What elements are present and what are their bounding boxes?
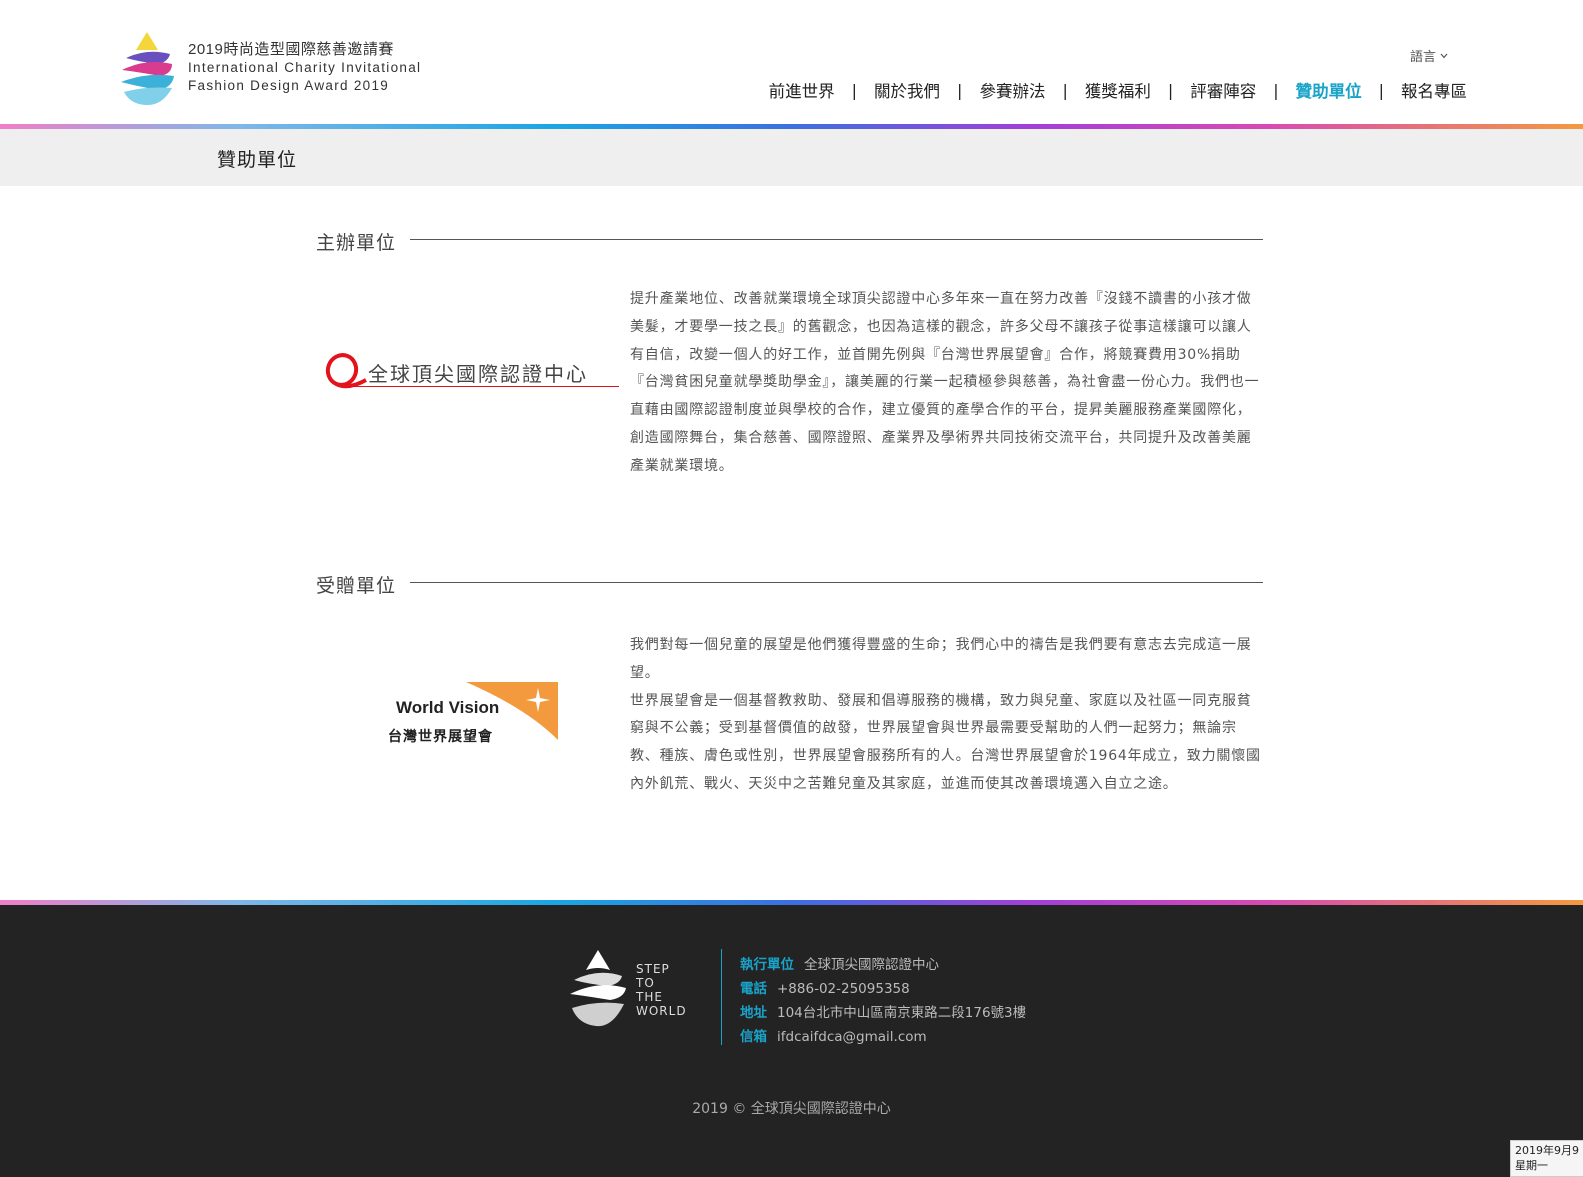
organizer-paragraph: 提升產業地位、改善就業環境全球頂尖認證中心多年來一直在努力改善『沒錢不讀書的小孩…	[630, 291, 1260, 474]
taskbar-clock[interactable]: 2019年9月9 星期一	[1510, 1140, 1583, 1177]
clock-weekday: 星期一	[1515, 1159, 1548, 1172]
main-nav: 前進世界 | 關於我們 | 參賽辦法 | 獲獎福利 | 評審陣容 | 贊助單位 …	[769, 78, 1467, 102]
nav-separator: |	[851, 80, 858, 100]
world-vision-logo: World Vision 台灣世界展望會	[388, 682, 558, 752]
footer-drop-logo-icon	[570, 950, 626, 1027]
footer-label: 地址	[740, 1005, 767, 1021]
nav-item-about[interactable]: 關於我們	[874, 78, 940, 102]
logo-title-en-2: Fashion Design Award 2019	[188, 78, 390, 93]
nav-separator: |	[1167, 80, 1174, 100]
nav-separator: |	[1273, 80, 1279, 100]
page-title: 贊助單位	[217, 149, 298, 171]
nav-separator: |	[1062, 80, 1068, 100]
footer-label: 執行單位	[740, 957, 794, 973]
beneficiary-paragraph-1: 我們對每一個兒童的展望是他們獲得豐盛的生命；我們心中的禱告是我們要有意志去完成這…	[630, 637, 1252, 681]
nav-item-judges[interactable]: 評審陣容	[1190, 78, 1256, 102]
section-title-beneficiary: 受贈單位	[316, 575, 397, 597]
logo-title-zh: 2019時尚造型國際慈善邀請賽	[188, 41, 394, 58]
nav-item-register[interactable]: 報名專區	[1401, 78, 1467, 102]
nav-item-awards[interactable]: 獲獎福利	[1085, 78, 1151, 102]
footer-label: 電話	[740, 981, 767, 997]
logo-title-en-1: International Charity Invitational	[188, 60, 422, 75]
section-title-organizer: 主辦單位	[316, 232, 397, 254]
language-label: 語言	[1410, 50, 1437, 65]
beneficiary-description: 我們對每一個兒童的展望是他們獲得豐盛的生命；我們心中的禱告是我們要有意志去完成這…	[630, 632, 1263, 799]
footer-row-email: 信箱 ifdcaifdca@gmail.com	[740, 1025, 1026, 1049]
footer-contact-info: 執行單位 全球頂尖國際認證中心 電話 +886-02-25095358 地址 1…	[740, 953, 1026, 1049]
site-header: 2019時尚造型國際慈善邀請賽 International Charity In…	[0, 0, 1583, 126]
drop-logo-icon	[121, 32, 174, 106]
footer-email-link[interactable]: ifdcaifdca@gmail.com	[777, 1025, 927, 1049]
page-title-band: 贊助單位	[0, 129, 1583, 186]
footer-logo-word: STEP	[636, 962, 670, 976]
organizer-logo: 全球頂尖國際認證中心	[322, 350, 622, 396]
nav-separator: |	[1378, 80, 1384, 100]
language-selector[interactable]: 語言	[1410, 46, 1448, 65]
footer-logo-word: THE	[636, 990, 663, 1004]
site-footer: STEP TO THE WORLD 執行單位 全球頂尖國際認證中心 電話 +88…	[0, 905, 1583, 1177]
nav-item-world[interactable]: 前進世界	[769, 78, 835, 102]
nav-item-sponsors[interactable]: 贊助單位	[1296, 78, 1362, 102]
world-vision-logo-text-en: World Vision	[396, 698, 500, 717]
chevron-down-icon	[1440, 53, 1448, 58]
footer-logo: STEP TO THE WORLD	[568, 950, 698, 1030]
clock-date: 2019年9月9	[1515, 1144, 1579, 1157]
site-logo[interactable]: 2019時尚造型國際慈善邀請賽 International Charity In…	[118, 32, 422, 108]
footer-row-address: 地址 104台北市中山區南京東路二段176號3樓	[740, 1001, 1026, 1025]
footer-row-organizer: 執行單位 全球頂尖國際認證中心	[740, 953, 1026, 977]
footer-logo-word: WORLD	[636, 1004, 687, 1018]
footer-value: 104台北市中山區南京東路二段176號3樓	[777, 1005, 1027, 1021]
section-divider	[410, 582, 1263, 583]
footer-logo-word: TO	[636, 976, 655, 990]
organizer-description: 提升產業地位、改善就業環境全球頂尖認證中心多年來一直在努力改善『沒錢不讀書的小孩…	[630, 286, 1263, 481]
nav-separator: |	[957, 80, 963, 100]
section-divider	[410, 239, 1263, 240]
organizer-logo-text: 全球頂尖國際認證中心	[368, 362, 588, 386]
footer-divider	[721, 949, 722, 1045]
nav-item-rules[interactable]: 參賽辦法	[979, 78, 1045, 102]
footer-row-phone: 電話 +886-02-25095358	[740, 977, 1026, 1001]
beneficiary-paragraph-2: 世界展望會是一個基督教救助、發展和倡導服務的機構，致力與兒童、家庭以及社區一同克…	[630, 692, 1261, 792]
organizer-logo-underline	[346, 386, 619, 387]
world-vision-logo-text-zh: 台灣世界展望會	[388, 729, 493, 745]
footer-value[interactable]: +886-02-25095358	[777, 977, 910, 1001]
footer-label: 信箱	[740, 1029, 767, 1045]
footer-value: 全球頂尖國際認證中心	[804, 957, 939, 973]
footer-copyright: 2019 © 全球頂尖國際認證中心	[692, 1101, 891, 1117]
